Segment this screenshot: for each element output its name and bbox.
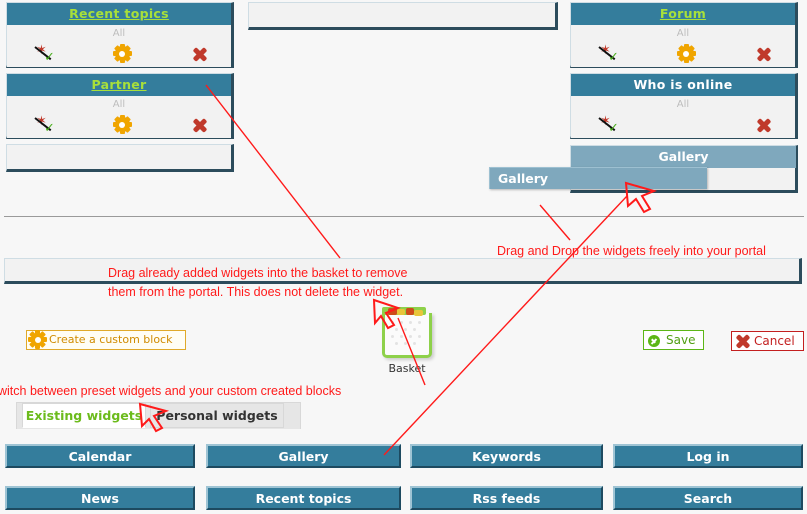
annotation-switch-tabs: witch between preset widgets and your cu… [0,384,342,398]
toggle-check-part: ✓ [608,121,619,136]
tab-personal-widgets-label: Personal widgets [156,408,278,423]
widget-scope-label: All [676,28,690,39]
palette-label: Log in [686,449,730,464]
widget-scope-label: All [112,28,126,39]
palette-button-gallery[interactable]: Gallery [206,444,401,468]
palette-label: Calendar [68,449,132,464]
save-label: Save [666,333,696,347]
widget-title-forum: Forum [571,3,795,25]
palette-button-recent-topics[interactable]: Recent topics [206,486,401,510]
toggle-visibility-icon[interactable]: ✶ ✓ [34,114,57,136]
basket-label: Basket [388,362,426,375]
widget-body: All ✶ ✓ [7,25,231,67]
remove-icon[interactable] [753,114,775,136]
palette-label: Recent topics [255,491,352,506]
gear-icon[interactable] [675,43,697,65]
widget-partner[interactable]: Partner All ✶ ✓ [6,73,234,139]
widget-body: All ✶ ✓ [7,96,231,138]
cancel-label: Cancel [754,334,795,348]
cancel-button[interactable]: Cancel [731,331,804,351]
gear-icon[interactable] [111,114,133,136]
annotation-basket-line1: Drag already added widgets into the bask… [108,266,408,280]
x-icon [735,334,750,349]
widget-recent-topics[interactable]: Recent topics All ✶ ✓ [6,2,234,68]
toggle-check-part: ✓ [608,50,619,65]
check-circle-icon [648,335,660,347]
widget-who-is-online[interactable]: Who is online All ✶ ✓ [570,73,798,139]
widget-title-partner: Partner [7,74,231,96]
annotation-drag-drop-portal: Drag and Drop the widgets freely into yo… [497,244,766,258]
toggle-check-part: ✓ [44,121,55,136]
annotation-basket-line2: them from the portal. This does not dele… [108,285,404,299]
toggle-visibility-icon[interactable]: ✶ ✓ [598,114,621,136]
drop-zone-left[interactable] [6,144,234,172]
toggle-check-part: ✓ [44,50,55,65]
create-custom-block-label: Create a custom block [49,333,173,346]
palette-label: News [81,491,119,506]
basket-texture [385,319,429,355]
gear-icon[interactable] [111,43,133,65]
palette-button-keywords[interactable]: Keywords [410,444,603,468]
dragged-gallery-widget[interactable]: Gallery [489,167,707,189]
widget-body: All ✶ ✓ [571,96,795,138]
palette-label: Gallery [278,449,329,464]
widget-scope-label: All [676,99,690,110]
create-custom-block-button[interactable]: Create a custom block [26,330,186,350]
toggle-visibility-icon[interactable]: ✶ ✓ [34,43,57,65]
widget-scope-label: All [112,99,126,110]
widget-title-who-is-online: Who is online [571,74,795,96]
palette-button-search[interactable]: Search [613,486,803,510]
remove-icon[interactable] [189,43,211,65]
palette-button-calendar[interactable]: Calendar [5,444,195,468]
tab-personal-widgets[interactable]: Personal widgets [150,403,284,428]
palette-button-rss-feeds[interactable]: Rss feeds [410,486,603,510]
gallery-drop-placeholder: Gallery [571,146,796,168]
remove-icon[interactable] [753,43,775,65]
toggle-visibility-icon[interactable]: ✶ ✓ [598,43,621,65]
widget-icon-row: ✶ ✓ [571,41,795,67]
widget-icon-row: ✶ ✓ [7,41,231,67]
palette-label: Keywords [472,449,541,464]
gear-icon [28,331,47,348]
palette-button-news[interactable]: News [5,486,195,510]
widget-forum[interactable]: Forum All ✶ ✓ [570,2,798,68]
section-divider [4,216,804,217]
widget-body: All ✶ ✓ [571,25,795,67]
portal-editor: Recent topics All ✶ ✓ Partner All [0,0,807,514]
basket-dropzone[interactable]: Basket [381,307,433,375]
drop-zone-center[interactable] [248,2,558,30]
basket-contents [387,308,425,318]
basket-icon [382,307,432,358]
palette-label: Rss feeds [472,491,541,506]
palette-button-log-in[interactable]: Log in [613,444,803,468]
tab-existing-widgets-label: Existing widgets [25,408,143,423]
widget-title-recent-topics: Recent topics [7,3,231,25]
remove-icon[interactable] [189,114,211,136]
widget-icon-row: ✶ ✓ [571,112,795,138]
palette-label: Search [683,491,733,506]
widget-icon-row: ✶ ✓ [7,112,231,138]
save-button[interactable]: Save [643,330,705,350]
tab-existing-widgets[interactable]: Existing widgets [22,403,146,428]
